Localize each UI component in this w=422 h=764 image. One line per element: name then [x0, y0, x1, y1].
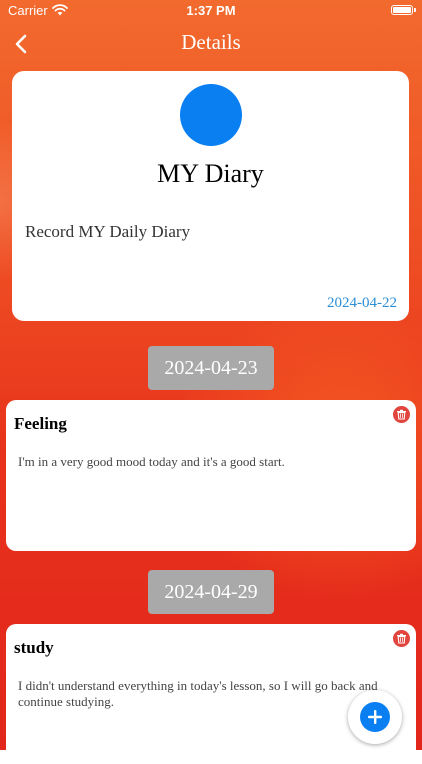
entry-card[interactable]: Feeling I'm in a very good mood today an… — [6, 400, 416, 551]
trash-icon — [397, 409, 406, 420]
plus-icon — [368, 710, 382, 724]
clock: 1:37 PM — [186, 3, 236, 18]
status-bar: Carrier 1:37 PM — [0, 0, 422, 24]
delete-button[interactable] — [393, 630, 410, 647]
trash-icon — [397, 633, 406, 644]
diary-date: 2024-04-22 — [327, 295, 397, 311]
entry-date-label: 2024-04-29 — [148, 570, 274, 614]
delete-button[interactable] — [393, 406, 410, 423]
diary-description: Record MY Daily Diary — [25, 222, 191, 241]
battery-icon — [391, 5, 413, 15]
entry-title: Feeling — [14, 414, 67, 433]
entry-card[interactable]: study I didn't understand everything in … — [6, 624, 416, 764]
avatar — [180, 84, 242, 146]
entry-title: study — [14, 638, 54, 657]
entry-date-label: 2024-04-23 — [148, 346, 274, 390]
battery-tip — [414, 8, 416, 12]
page-title: Details — [181, 30, 241, 54]
add-entry-button-core[interactable] — [360, 702, 390, 732]
entry-text: I didn't understand everything in today'… — [18, 678, 378, 709]
navigation-bar: Details — [0, 24, 422, 64]
diary-card: MY Diary Record MY Daily Diary 2024-04-2… — [12, 71, 409, 321]
entry-text: I'm in a very good mood today and it's a… — [18, 454, 285, 469]
diary-title: MY Diary — [157, 159, 264, 188]
